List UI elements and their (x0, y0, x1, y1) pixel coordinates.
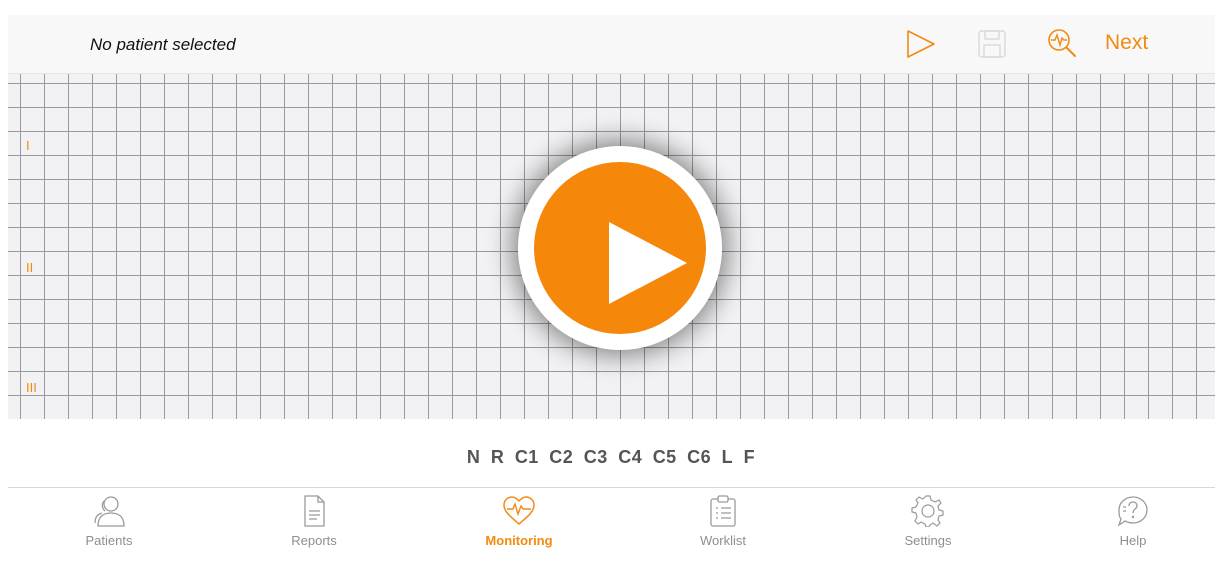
lead-r[interactable]: R (491, 447, 505, 468)
lead-l[interactable]: L (722, 447, 734, 468)
lead-c5[interactable]: C5 (653, 447, 677, 468)
tab-label-reports: Reports (291, 533, 337, 548)
tab-settings[interactable]: Settings (858, 495, 998, 557)
lead-c4[interactable]: C4 (618, 447, 642, 468)
heart-ecg-icon (449, 495, 589, 527)
tab-worklist[interactable]: Worklist (653, 495, 793, 557)
play-triangle (609, 222, 687, 304)
tab-label-worklist: Worklist (700, 533, 746, 548)
magnifier-ecg-icon[interactable] (1046, 28, 1078, 60)
lead-n[interactable]: N (467, 447, 481, 468)
lead-c3[interactable]: C3 (584, 447, 608, 468)
tab-patients[interactable]: Patients (39, 495, 179, 557)
lead-c1[interactable]: C1 (515, 447, 539, 468)
lead-label-iii: III (24, 380, 39, 395)
tab-reports[interactable]: Reports (244, 495, 384, 557)
save-icon[interactable] (976, 28, 1008, 60)
tab-help[interactable]: Help (1063, 495, 1203, 557)
clipboard-icon (653, 495, 793, 527)
header-bar: No patient selected Next (8, 15, 1215, 73)
help-bubble-icon (1063, 495, 1203, 527)
tab-monitoring[interactable]: Monitoring (449, 495, 589, 557)
lead-selector: N R C1 C2 C3 C4 C5 C6 L F (0, 447, 1222, 468)
lead-c6[interactable]: C6 (687, 447, 711, 468)
gear-icon (858, 495, 998, 527)
tabbar-divider (8, 487, 1215, 488)
tab-label-help: Help (1119, 533, 1147, 548)
lead-f[interactable]: F (744, 447, 756, 468)
lead-label-ii: II (24, 260, 36, 275)
patient-title: No patient selected (90, 35, 236, 54)
document-icon (244, 495, 384, 527)
play-button-circle (534, 162, 706, 334)
patients-icon (39, 495, 179, 527)
lead-label-i: I (24, 138, 32, 153)
tab-label-patients: Patients (85, 533, 133, 548)
next-button[interactable]: Next (1105, 31, 1148, 55)
play-button-icon[interactable] (518, 146, 722, 350)
tab-label-monitoring: Monitoring (485, 533, 553, 548)
tab-label-settings: Settings (904, 533, 952, 548)
lead-c2[interactable]: C2 (549, 447, 573, 468)
play-outline-icon[interactable] (905, 28, 937, 60)
